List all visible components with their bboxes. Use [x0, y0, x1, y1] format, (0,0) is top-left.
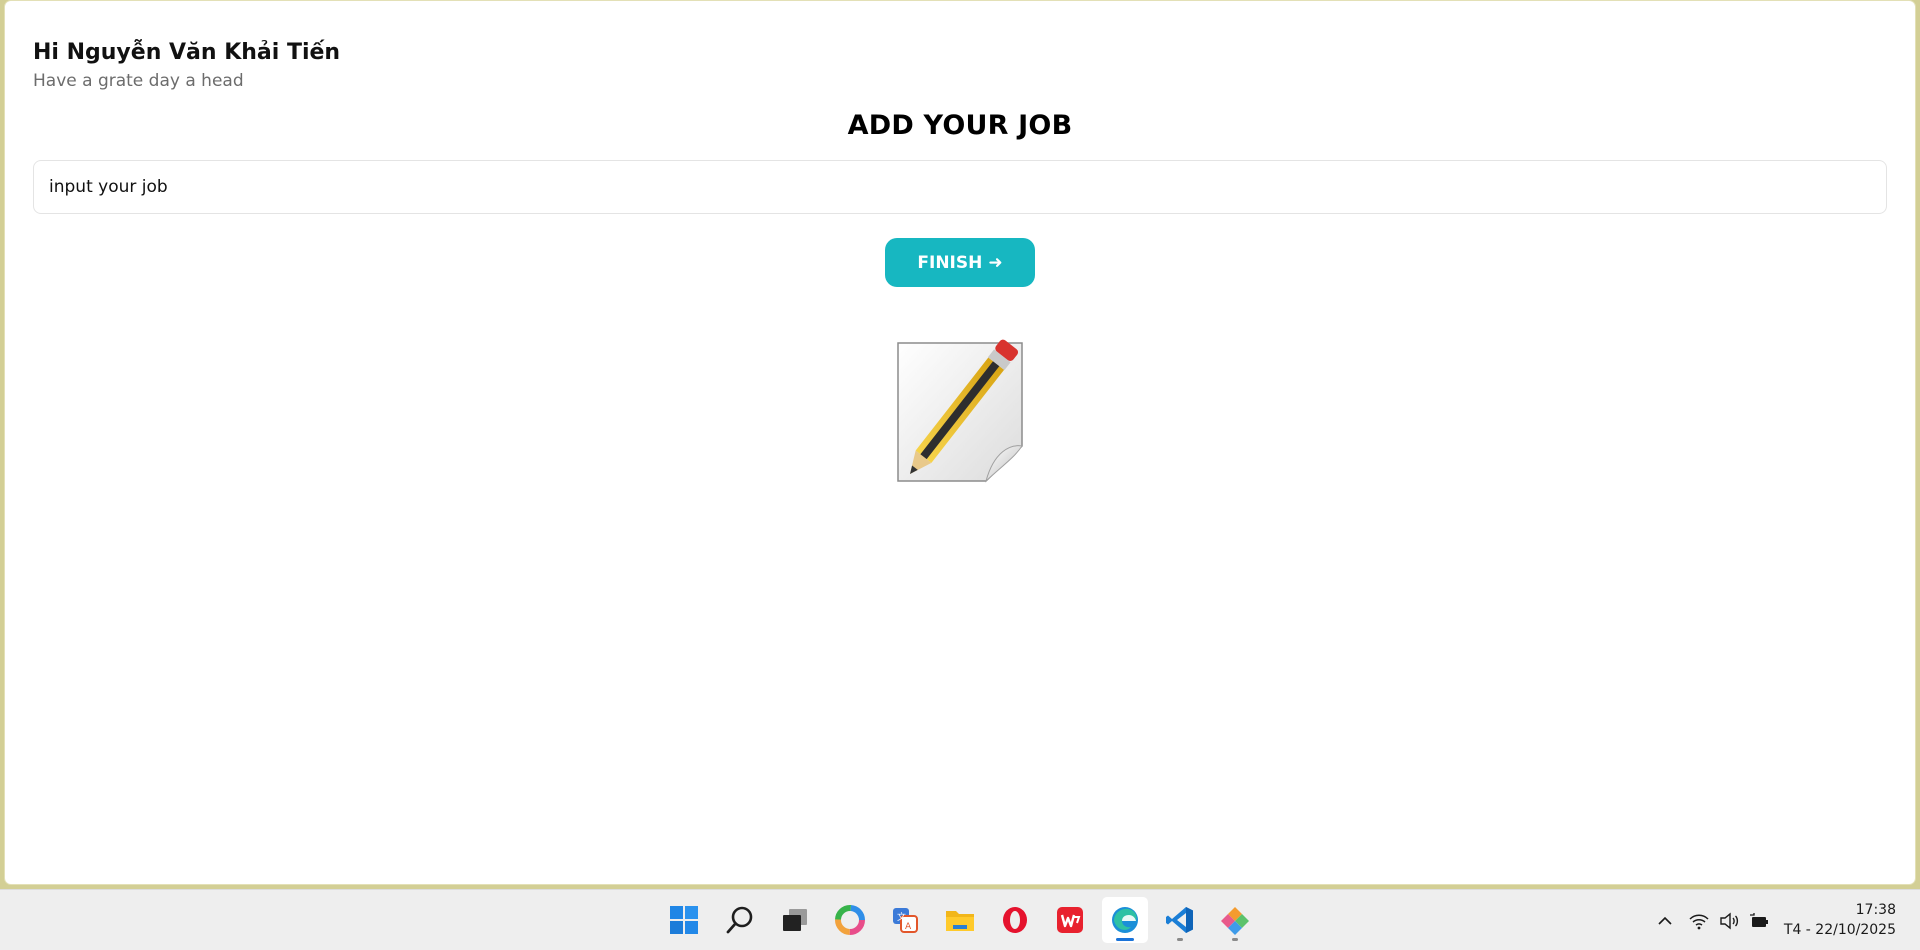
system-clock[interactable]: 17:38 T4 - 22/10/2025 — [1784, 900, 1896, 940]
start-button[interactable] — [661, 897, 707, 943]
greeting-subtitle: Have a grate day a head — [33, 71, 244, 91]
start-icon — [670, 906, 698, 934]
opera-button[interactable] — [992, 897, 1038, 943]
wps-office-icon — [1057, 907, 1083, 933]
translator-app-button[interactable]: 文 A — [882, 897, 928, 943]
git-app-icon — [1221, 907, 1249, 935]
opera-icon — [1003, 907, 1027, 933]
running-app-indicator — [1177, 938, 1183, 941]
finish-button-label: FINISH — [917, 252, 983, 273]
color-wheel-app-button[interactable] — [827, 897, 873, 943]
vscode-icon — [1166, 907, 1193, 933]
color-wheel-app-icon — [835, 905, 865, 935]
battery-icon[interactable] — [1747, 909, 1771, 933]
git-app-button[interactable] — [1212, 897, 1258, 943]
task-view-button[interactable] — [772, 897, 818, 943]
translator-app-icon: 文 A — [893, 908, 918, 933]
greeting-title: Hi Nguyễn Văn Khải Tiến — [33, 40, 341, 65]
edge-icon — [1112, 907, 1138, 933]
volume-icon[interactable] — [1717, 909, 1741, 933]
chevron-up-icon[interactable] — [1653, 909, 1677, 933]
svg-text:A: A — [905, 922, 912, 932]
document-pencil-icon — [897, 339, 1023, 483]
active-app-indicator — [1116, 938, 1134, 941]
file-explorer-button[interactable] — [937, 897, 983, 943]
arrow-right-icon: ➜ — [988, 252, 1003, 273]
app-window: Hi Nguyễn Văn Khải Tiến Have a grate day… — [5, 1, 1915, 884]
system-tray — [1653, 890, 1771, 950]
search-icon — [726, 906, 753, 934]
clock-time: 17:38 — [1855, 902, 1896, 918]
job-input[interactable] — [33, 160, 1887, 214]
wps-office-button[interactable] — [1047, 897, 1093, 943]
vscode-button[interactable] — [1157, 897, 1203, 943]
wifi-icon[interactable] — [1687, 909, 1711, 933]
clock-date: T4 - 22/10/2025 — [1783, 922, 1896, 938]
running-app-indicator — [1232, 938, 1238, 941]
search-button[interactable] — [717, 897, 763, 943]
finish-button[interactable]: FINISH ➜ — [885, 238, 1035, 287]
task-view-icon — [783, 909, 807, 931]
edge-button[interactable] — [1102, 897, 1148, 943]
taskbar: 文 A 17:38 T4 - 22/10/2025 — [0, 889, 1920, 950]
file-explorer-icon — [946, 911, 974, 931]
page-title: ADD YOUR JOB — [847, 110, 1073, 141]
